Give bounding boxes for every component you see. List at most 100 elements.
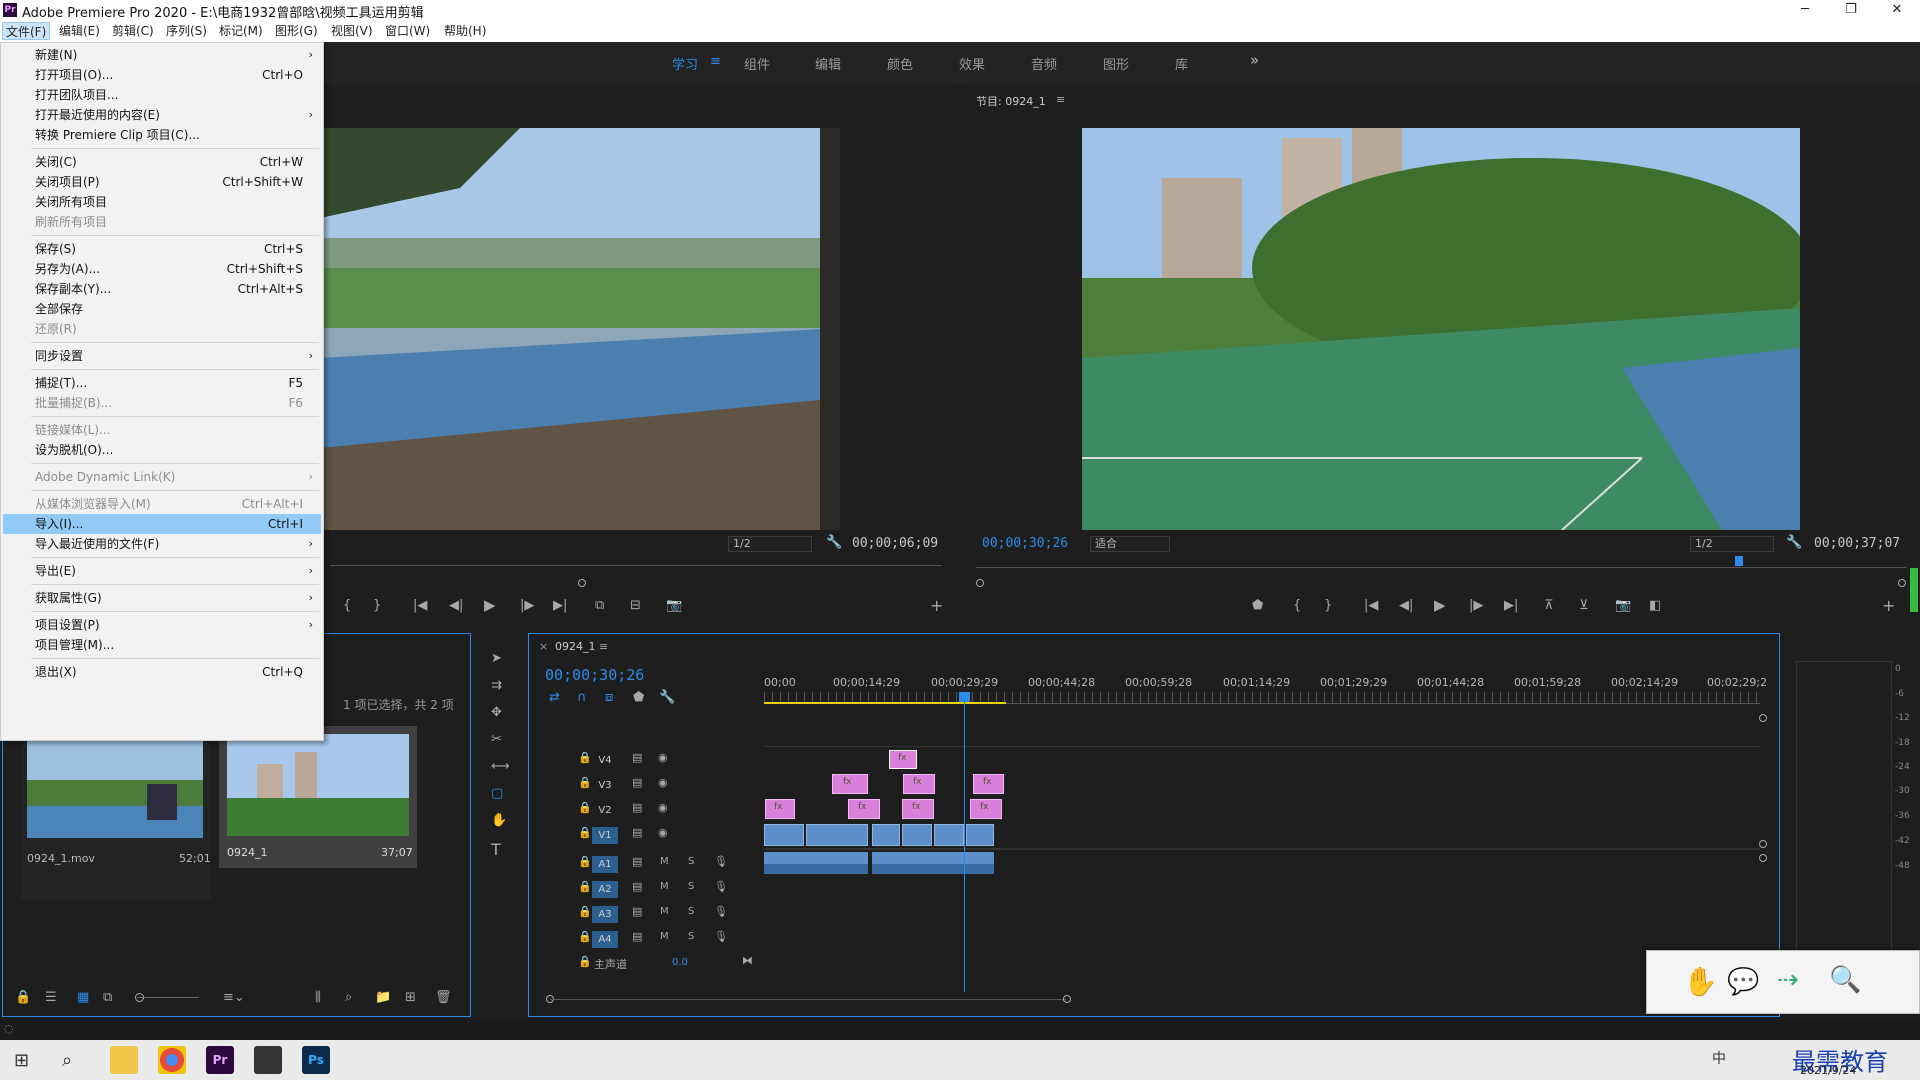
menu-marker[interactable]: 标记(M)	[216, 22, 266, 40]
file-menu-item[interactable]: 退出(X) Ctrl+Q	[3, 662, 321, 682]
go-to-edge-icon[interactable]: ⧓	[742, 954, 753, 967]
source-time-ruler[interactable]	[330, 556, 942, 566]
sync-lock-icon[interactable]: ▤	[632, 751, 642, 764]
comment-icon[interactable]: 💬	[1727, 967, 1759, 997]
file-menu-item[interactable]: 设为脱机(O)...	[3, 440, 321, 460]
go-to-in-icon[interactable]: |◀	[413, 598, 427, 613]
add-marker-icon[interactable]: ⬟	[1252, 598, 1263, 613]
track-label[interactable]: V4	[592, 752, 618, 769]
file-menu-item[interactable]: 保存(S) Ctrl+S	[3, 239, 321, 259]
hand-tool-icon[interactable]: ✋	[491, 813, 507, 828]
fx-clip[interactable]: fx	[832, 774, 868, 794]
comparison-view-icon[interactable]: ◧	[1649, 598, 1661, 613]
timeline-menu-icon[interactable]: ≡	[599, 640, 608, 653]
file-menu-item[interactable]: 打开最近使用的内容(E) ›	[3, 105, 321, 125]
program-zoom-handle-left[interactable]	[976, 579, 984, 587]
program-menu-icon[interactable]: ≡	[1056, 93, 1065, 106]
selection-tool-icon[interactable]: ➤	[491, 651, 502, 666]
mute-button[interactable]: M	[660, 856, 669, 867]
timeline-playhead[interactable]	[964, 694, 965, 992]
menu-window[interactable]: 窗口(W)	[382, 22, 433, 40]
vertical-zoom-handle[interactable]	[1759, 854, 1767, 862]
track-label[interactable]: A3	[592, 906, 618, 923]
lock-icon[interactable]: 🔒	[578, 955, 592, 968]
mute-button[interactable]: M	[660, 906, 669, 917]
source-zoom-select[interactable]: 1/2	[728, 536, 812, 552]
solo-button[interactable]: S	[688, 881, 694, 892]
overwrite-icon[interactable]: ⊟	[630, 598, 641, 613]
automate-icon[interactable]: ⫼	[315, 990, 321, 1005]
lock-icon[interactable]: 🔒	[578, 880, 592, 893]
vertical-zoom-handle[interactable]	[1759, 714, 1767, 722]
solo-button[interactable]: S	[688, 856, 694, 867]
program-time-ruler[interactable]	[976, 556, 1906, 568]
lock-icon[interactable]: 🔒	[578, 930, 592, 943]
wrench-icon[interactable]: 🔧	[826, 535, 842, 550]
program-playhead[interactable]	[1734, 556, 1743, 566]
search-icon[interactable]: ⌕	[345, 990, 352, 1005]
eye-icon[interactable]: ◉	[658, 776, 668, 789]
video-clip[interactable]	[872, 824, 900, 846]
eye-icon[interactable]: ◉	[658, 751, 668, 764]
file-menu-item[interactable]: 打开团队项目...	[3, 85, 321, 105]
file-menu-item[interactable]: 项目管理(M)...	[3, 635, 321, 655]
workspace-learning[interactable]: 学习	[672, 54, 698, 73]
solo-button[interactable]: S	[688, 906, 694, 917]
timeline-settings-icon[interactable]: 🔧	[659, 690, 675, 705]
workspace-graphics[interactable]: 图形	[1103, 54, 1129, 73]
ripple-edit-tool-icon[interactable]: ✥	[491, 705, 502, 720]
new-bin-icon[interactable]: 📁	[375, 990, 391, 1005]
fx-clip[interactable]: fx	[902, 799, 934, 819]
timeline-timecode[interactable]: 00;00;30;26	[545, 666, 644, 684]
step-back-icon[interactable]: ◀|	[449, 598, 463, 613]
step-forward-icon[interactable]: |▶	[520, 598, 534, 613]
file-menu-item[interactable]: 关闭(C) Ctrl+W	[3, 152, 321, 172]
file-menu-item[interactable]: 导出(E) ›	[3, 561, 321, 581]
fx-clip[interactable]: fx	[970, 799, 1002, 819]
mark-out-icon[interactable]: }	[373, 598, 381, 613]
track-label[interactable]: V1	[592, 827, 618, 844]
icon-view-icon[interactable]: ▦	[77, 990, 89, 1005]
sync-lock-icon[interactable]: ▤	[632, 880, 642, 893]
audio-clip[interactable]	[872, 852, 994, 874]
fx-clip[interactable]: fx	[765, 799, 795, 819]
export-icon[interactable]: ⇢	[1777, 965, 1799, 995]
minimize-button[interactable]: ─	[1782, 0, 1828, 20]
file-menu-item[interactable]: 另存为(A)... Ctrl+Shift+S	[3, 259, 321, 279]
sync-lock-icon[interactable]: ▤	[632, 855, 642, 868]
play-icon[interactable]: ▶	[484, 596, 496, 614]
project-item[interactable]: 0924_1.mov 52;01	[21, 734, 211, 900]
camera-icon[interactable]: 📷	[1615, 598, 1631, 613]
menu-view[interactable]: 视图(V)	[328, 22, 376, 40]
windows-start-icon[interactable]: ⊞	[14, 1050, 29, 1071]
lock-icon[interactable]: 🔒	[578, 826, 592, 839]
sync-lock-icon[interactable]: ▤	[632, 801, 642, 814]
insert-icon[interactable]: ⧉	[595, 598, 604, 613]
photoshop-taskbar-icon[interactable]: Ps	[302, 1046, 330, 1074]
video-clip[interactable]	[806, 824, 868, 846]
video-clip[interactable]	[934, 824, 964, 846]
new-item-icon[interactable]: ⊞	[405, 990, 416, 1005]
file-explorer-icon[interactable]	[110, 1046, 138, 1074]
file-menu-item[interactable]: 打开项目(O)... Ctrl+O	[3, 65, 321, 85]
timeline-playhead-handle[interactable]	[959, 692, 970, 702]
vertical-zoom-handle[interactable]	[1759, 840, 1767, 848]
master-volume-value[interactable]: 0.0	[672, 957, 688, 968]
mark-in-icon[interactable]: {	[1293, 598, 1301, 613]
track-label[interactable]: V2	[592, 802, 618, 819]
menu-sequence[interactable]: 序列(S)	[163, 22, 210, 40]
microphone-icon[interactable]: 🎙	[714, 880, 728, 893]
project-item-selected[interactable]: 0924_1 37;07	[219, 726, 417, 868]
workspace-color[interactable]: 颜色	[887, 54, 913, 73]
zoom-slider[interactable]	[137, 997, 199, 998]
menu-file[interactable]: 文件(F)	[2, 22, 51, 40]
source-zoom-handle[interactable]	[578, 579, 586, 587]
extract-icon[interactable]: ⊻	[1579, 598, 1589, 613]
fx-clip[interactable]: fx	[973, 774, 1004, 794]
file-menu-item[interactable]: 关闭所有项目	[3, 192, 321, 212]
snap-icon[interactable]: ∩	[577, 690, 587, 705]
fx-clip[interactable]: fx	[848, 799, 880, 819]
program-playhead-timecode[interactable]: 00;00;30;26	[982, 536, 1068, 551]
program-fit-select[interactable]: 适合	[1090, 536, 1170, 552]
close-button[interactable]: ✕	[1874, 0, 1920, 20]
